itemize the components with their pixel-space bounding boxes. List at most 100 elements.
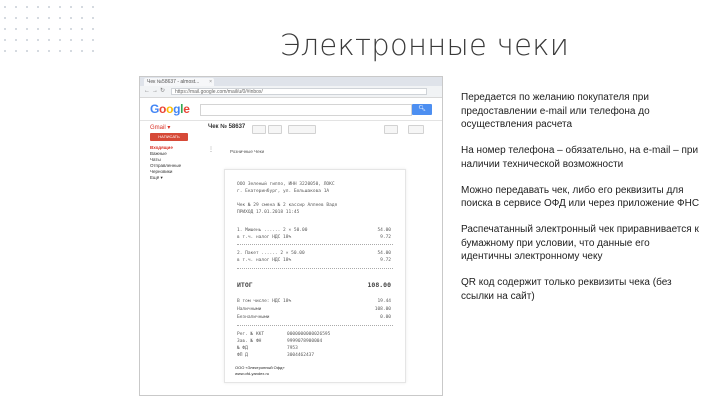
reload-icon[interactable]: ↻ [160, 88, 165, 95]
gmail-nav-item[interactable]: Ещё ▾ [150, 175, 181, 181]
decorative-dot [70, 6, 72, 8]
browser-tab-title: Чек №58637 - almost... [147, 79, 200, 85]
receipt-total-label: ИТОГ [237, 281, 253, 289]
receipt-meta-line: Чек № 29 смена № 2 кассир Алпеев Вадя [237, 203, 338, 208]
decorative-dot [4, 6, 6, 8]
browser-tab-bar: Чек №58637 - almost... × [140, 77, 442, 86]
slide-title: Электронные чеки [280, 28, 570, 62]
receipt-req-label: ФП Д [237, 353, 248, 358]
receipt-divider [237, 268, 393, 269]
receipt-payment-value: 108.00 [374, 307, 391, 312]
decorative-dot [59, 17, 61, 19]
gmail-menu[interactable]: Gmail ▾ [150, 124, 170, 131]
address-bar-row: ← → ↻ https://mail.google.com/mail/u/0/#… [140, 86, 442, 98]
receipt-divider [237, 325, 393, 326]
receipt-footer-line: www.ofd-yandex.ru [235, 371, 270, 376]
decorative-dot [92, 17, 94, 19]
decorative-dot [70, 50, 72, 52]
receipt-item-tax-value: 9.72 [380, 258, 391, 263]
decorative-dot [48, 17, 50, 19]
decorative-dot [4, 28, 6, 30]
search-icon: 🔍︎ [418, 106, 426, 112]
decorative-dot [37, 39, 39, 41]
receipt-req-label: № ФД [237, 346, 248, 351]
decorative-dot [59, 39, 61, 41]
delete-button[interactable] [268, 125, 282, 134]
decorative-dot [26, 17, 28, 19]
receipt-meta-line: ПРИХОД 17.01.2018 11:45 [237, 210, 300, 215]
receipt-item-tax: в т.ч. налог НДС 18% [237, 258, 292, 263]
more-button[interactable] [384, 125, 398, 134]
forward-icon[interactable]: → [152, 88, 158, 95]
decorative-dot [81, 39, 83, 41]
receipt-item-line: 2. Пакет ...... 2 × 50.00 [237, 251, 305, 256]
back-icon[interactable]: ← [144, 88, 150, 95]
decorative-dot [48, 50, 50, 52]
decorative-dot [59, 28, 61, 30]
receipt-header-line: ООО Зеленый гиппо, ИНН 3220050, ЛОКС [237, 182, 335, 187]
decorative-dot [81, 50, 83, 52]
compose-button[interactable]: НАПИСАТЬ [150, 133, 188, 141]
decorative-dot [37, 50, 39, 52]
decorative-dot [59, 6, 61, 8]
decorative-dot [92, 6, 94, 8]
bullet-item: На номер телефона – обязательно, на e-ma… [461, 145, 699, 170]
decorative-dot [81, 17, 83, 19]
bullet-item: Распечатанный электронный чек приравнива… [461, 224, 699, 262]
receipt-item-value: 54.00 [377, 251, 391, 256]
decorative-dot [70, 28, 72, 30]
decorative-dot [15, 28, 17, 30]
decorative-dot [15, 6, 17, 8]
receipt-item-line: 1. Мишень ...... 2 × 50.00 [237, 228, 308, 233]
gmail-nav-list: Входящие Важные Чаты Отправленные Черновики Е… [150, 145, 181, 181]
browser-tab[interactable]: Чек №58637 - almost... × [144, 78, 214, 86]
decorative-dot [26, 28, 28, 30]
decorative-dot [81, 6, 83, 8]
search-button[interactable]: 🔍︎ [412, 104, 432, 115]
search-input[interactable] [200, 104, 412, 116]
bullet-item: QR код содержит только реквизиты чека (б… [461, 277, 672, 302]
labels-button[interactable] [288, 125, 316, 134]
decorative-dot [92, 39, 94, 41]
decorative-dot [37, 17, 39, 19]
decorative-dot [92, 50, 94, 52]
receipt-item-tax-value: 9.72 [380, 235, 391, 240]
decorative-dot [81, 28, 83, 30]
google-logo-letter: e [183, 102, 190, 116]
receipt-divider [237, 244, 393, 245]
receipt-req-label: Зав. № ФН [237, 339, 262, 344]
archive-button[interactable] [252, 125, 266, 134]
receipt-total-value: 108.00 [367, 281, 391, 289]
receipt-payment-label: В том числе: НДС 18% [237, 299, 292, 304]
receipt-header-line: г. Екатеринбург, ул. Большакова 1А [237, 189, 330, 194]
decorative-dot [15, 39, 17, 41]
decorative-dot [4, 39, 6, 41]
receipt-footer-line: ООО «Электронный Офд» [235, 365, 285, 370]
decorative-dot-grid [0, 0, 100, 60]
google-logo[interactable]: Google [150, 102, 190, 116]
receipt-payment-value: 19.44 [377, 299, 391, 304]
sender-avatar: ⋮ [208, 147, 214, 153]
decorative-dot [15, 17, 17, 19]
settings-button[interactable] [408, 125, 424, 134]
address-input[interactable]: https://mail.google.com/mail/u/0/#inbox/ [171, 88, 427, 95]
decorative-dot [15, 50, 17, 52]
email-subject: Чек № 58637 [208, 124, 246, 130]
decorative-dot [4, 17, 6, 19]
decorative-dot [48, 39, 50, 41]
google-logo-letter: G [150, 102, 160, 116]
receipt-req-value: 3004462437 [287, 353, 315, 358]
google-header: Google 🔍︎ [140, 98, 442, 121]
receipt-torn-edge [225, 380, 405, 384]
decorative-dot [70, 17, 72, 19]
close-icon[interactable]: × [209, 78, 212, 86]
decorative-dot [26, 50, 28, 52]
receipt-req-label: Рег. № ККТ [237, 332, 265, 337]
decorative-dot [48, 28, 50, 30]
bullet-item: Передается по желанию покупателя при пре… [461, 92, 650, 130]
decorative-dot [37, 28, 39, 30]
receipt-req-value: 0000000000026595 [287, 332, 331, 337]
receipt-payment-value: 0.00 [380, 315, 391, 320]
decorative-dot [59, 50, 61, 52]
decorative-dot [37, 6, 39, 8]
